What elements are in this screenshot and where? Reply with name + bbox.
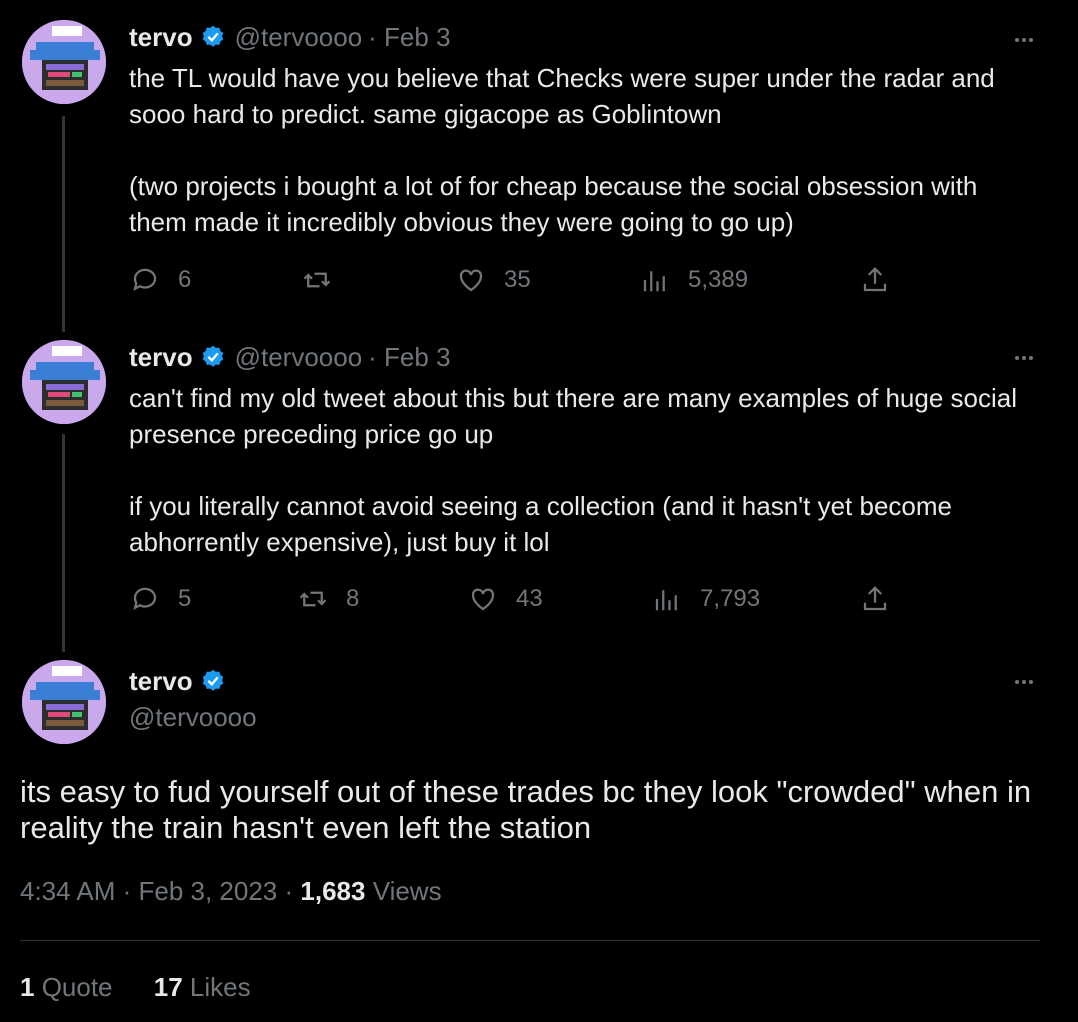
retweet-button[interactable]: 8 bbox=[298, 584, 359, 614]
retweet-icon bbox=[303, 272, 331, 288]
more-icon[interactable] bbox=[1010, 668, 1038, 696]
thread-line bbox=[62, 434, 65, 652]
reply-count: 5 bbox=[178, 585, 192, 612]
tweet-text: can't find my old tweet about this but t… bbox=[129, 380, 1029, 560]
tweet-timestamp[interactable]: 4:34 AM · Feb 3, 2023 · bbox=[20, 876, 300, 906]
quotes-link[interactable]: 1 Quote bbox=[20, 972, 113, 1002]
likes-label: Likes bbox=[182, 972, 251, 1002]
display-name[interactable]: tervo bbox=[129, 666, 193, 697]
reply-button[interactable]: 5 bbox=[130, 584, 191, 614]
tweet-meta: 4:34 AM · Feb 3, 2023 · 1,683 Views bbox=[20, 876, 442, 907]
reply-button[interactable]: 6 bbox=[130, 265, 191, 295]
more-icon[interactable] bbox=[1010, 26, 1038, 54]
tweet-paragraph: can't find my old tweet about this but t… bbox=[129, 383, 1018, 449]
likes-link[interactable]: 17 Likes bbox=[154, 972, 251, 1002]
engagement-stats: 1 Quote 17 Likes bbox=[20, 972, 251, 1003]
quotes-label: Quote bbox=[34, 972, 113, 1002]
avatar[interactable] bbox=[22, 660, 106, 744]
views-button[interactable]: 5,389 bbox=[640, 265, 748, 295]
tweet-date[interactable]: · Feb 3 bbox=[368, 342, 450, 373]
thread-line bbox=[62, 116, 65, 332]
like-icon bbox=[471, 588, 495, 611]
views-count: 1,683 bbox=[300, 876, 366, 906]
display-name[interactable]: tervo bbox=[129, 22, 193, 53]
avatar[interactable] bbox=[22, 340, 106, 424]
view-count: 7,793 bbox=[700, 585, 761, 612]
views-icon bbox=[643, 271, 665, 292]
share-icon bbox=[863, 267, 887, 292]
likes-count: 17 bbox=[153, 972, 183, 1002]
tweet-text: the TL would have you believe that Check… bbox=[129, 60, 1029, 240]
verified-badge-icon bbox=[202, 669, 223, 691]
avatar-image bbox=[22, 20, 106, 104]
like-count: 43 bbox=[516, 585, 543, 612]
views-label: Views bbox=[365, 876, 442, 906]
avatar-image bbox=[22, 340, 106, 424]
more-icon[interactable] bbox=[1010, 344, 1038, 372]
display-name[interactable]: tervo bbox=[129, 342, 193, 373]
reply-count: 6 bbox=[178, 266, 192, 293]
like-icon bbox=[459, 269, 483, 292]
like-button[interactable]: 35 bbox=[456, 265, 531, 295]
retweet-icon bbox=[299, 591, 327, 607]
handle[interactable]: @tervoooo bbox=[235, 22, 363, 53]
share-button[interactable] bbox=[860, 265, 890, 295]
verified-badge-icon bbox=[202, 345, 223, 367]
tweet-paragraph: the TL would have you believe that Check… bbox=[129, 63, 995, 129]
quotes-count: 1 bbox=[20, 972, 35, 1002]
retweet-count: 8 bbox=[346, 585, 360, 612]
verified-badge-icon bbox=[202, 25, 223, 47]
share-icon bbox=[863, 586, 887, 611]
main-tweet-text: its easy to fud yourself out of these tr… bbox=[20, 774, 1032, 845]
handle[interactable]: @tervoooo bbox=[235, 342, 363, 373]
avatar[interactable] bbox=[22, 20, 106, 104]
divider bbox=[20, 940, 1040, 941]
tweet-date[interactable]: · Feb 3 bbox=[368, 22, 450, 53]
reply-icon bbox=[133, 587, 157, 610]
like-button[interactable]: 43 bbox=[468, 584, 543, 614]
tweet-paragraph: if you literally cannot avoid seeing a c… bbox=[129, 491, 952, 557]
share-button[interactable] bbox=[860, 584, 890, 614]
reply-icon bbox=[133, 268, 157, 291]
views-button[interactable]: 7,793 bbox=[652, 584, 760, 614]
retweet-button[interactable] bbox=[302, 265, 350, 295]
like-count: 35 bbox=[504, 266, 531, 293]
avatar-image bbox=[22, 660, 106, 744]
views-icon bbox=[655, 590, 677, 611]
tweet-paragraph: (two projects i bought a lot of for chea… bbox=[129, 171, 978, 237]
handle[interactable]: @tervoooo bbox=[129, 702, 257, 733]
view-count: 5,389 bbox=[688, 266, 749, 293]
